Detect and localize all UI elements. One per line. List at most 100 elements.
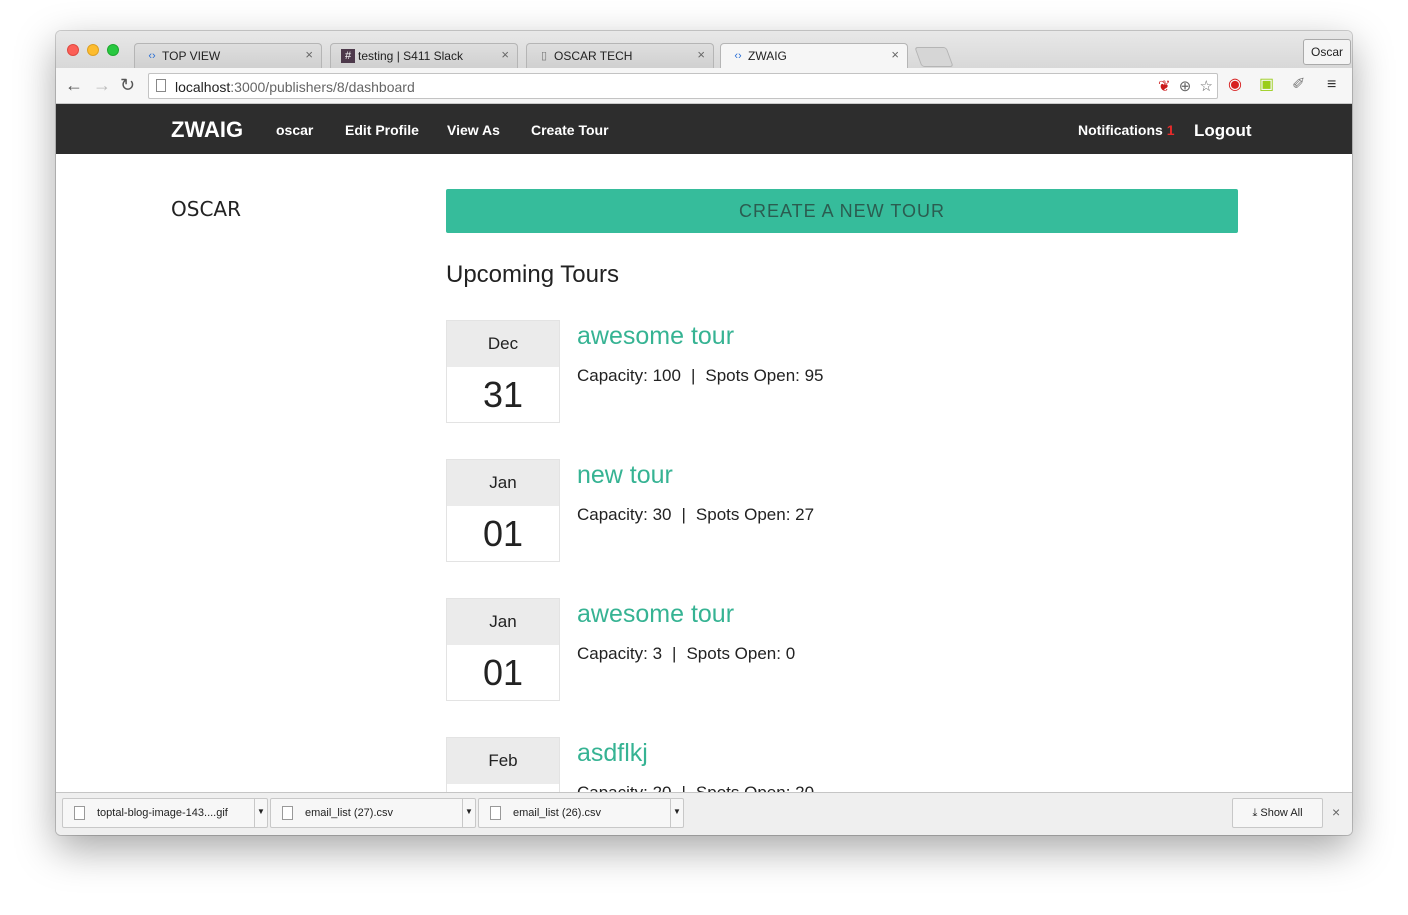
download-filename: email_list (27).csv [305, 807, 394, 819]
tab-zwaig[interactable]: ‹› ZWAIG × [720, 43, 908, 68]
page-content: ZWAIG oscar Edit Profile View As Create … [56, 104, 1352, 792]
chevron-down-icon[interactable]: ▼ [254, 799, 267, 827]
download-filename: toptal-blog-image-143....gif [97, 807, 228, 819]
download-filename: email_list (26).csv [513, 807, 602, 819]
notifications-label: Notifications [1078, 122, 1163, 138]
tour-date: Jan 01 [446, 459, 560, 562]
profile-button[interactable]: Oscar [1302, 39, 1351, 65]
meta-separator: | [681, 505, 686, 524]
back-arrow-icon[interactable]: ← [65, 75, 83, 95]
file-icon [490, 806, 501, 820]
tour-spots-open: Spots Open: 27 [695, 505, 815, 524]
browser-toolbar: ← → ↻ localhost:3000/publishers/8/dashbo… [56, 68, 1352, 104]
tab-strip: ‹› TOP VIEW × # testing | S411 Slack × ▯… [56, 31, 1352, 68]
address-bar[interactable]: localhost:3000/publishers/8/dashboard ❦ … [148, 73, 1218, 99]
download-item[interactable]: email_list (26).csv ▼ [478, 798, 684, 828]
tour-item: Dec 31 awesome tour Capacity: 100 | Spots … [446, 320, 1246, 424]
tour-meta: Capacity: 3 | Spots Open: 0 [577, 644, 795, 664]
tour-month: Feb [447, 738, 559, 784]
tour-name-link[interactable]: asdflkj [577, 739, 648, 768]
brand-logo[interactable]: ZWAIG [171, 117, 243, 143]
section-title: Upcoming Tours [446, 261, 619, 288]
tab-title: OSCAR TECH [554, 49, 633, 63]
tab-oscar-tech[interactable]: ▯ OSCAR TECH × [526, 43, 714, 68]
notifications-link[interactable]: Notifications 1 [1078, 122, 1175, 138]
minimize-window-button[interactable] [87, 44, 99, 56]
tour-meta: Capacity: 20 | Spots Open: 20 [577, 783, 814, 792]
page-icon: ▯ [540, 50, 548, 62]
nav-link-view-as[interactable]: View As [447, 122, 500, 138]
tour-capacity: Capacity: 20 [577, 783, 672, 792]
tour-spots-open: Spots Open: 0 [686, 644, 796, 663]
tour-item: Jan 01 new tour Capacity: 30 | Spots Open:… [446, 459, 1246, 563]
close-icon[interactable]: × [501, 47, 509, 62]
file-icon [74, 806, 85, 820]
create-tour-button[interactable]: CREATE A NEW TOUR [446, 189, 1238, 233]
forward-arrow-icon[interactable]: → [93, 75, 111, 95]
tour-name-link[interactable]: new tour [577, 461, 673, 490]
close-window-button[interactable] [67, 44, 79, 56]
tab-top-view[interactable]: ‹› TOP VIEW × [134, 43, 322, 68]
reload-icon[interactable]: ↻ [120, 75, 135, 95]
tour-month: Dec [447, 321, 559, 367]
tour-month: Jan [447, 460, 559, 506]
browser-window: ‹› TOP VIEW × # testing | S411 Slack × ▯… [56, 31, 1352, 835]
tour-date: Dec 31 [446, 320, 560, 423]
zoom-icon[interactable]: ⊕ [1179, 78, 1192, 95]
tour-day: 01 [482, 652, 524, 693]
tour-item: Feb asdflkj Capacity: 20 | Spots Open: 20 [446, 737, 1246, 792]
omnibox-icons: ❦ ⊕ ☆ [1154, 77, 1213, 95]
nav-link-edit-profile[interactable]: Edit Profile [345, 122, 419, 138]
tour-name-link[interactable]: awesome tour [577, 600, 734, 629]
bookmark-star-icon[interactable]: ☆ [1200, 78, 1213, 95]
extension-flame-icon[interactable]: ❦ [1158, 78, 1171, 95]
tour-spots-open: Spots Open: 20 [696, 783, 814, 792]
tour-capacity: Capacity: 30 [577, 505, 672, 524]
nav-link-create-tour[interactable]: Create Tour [531, 122, 609, 138]
file-icon [282, 806, 293, 820]
publisher-name: OSCAR [171, 197, 241, 221]
show-all-downloads-button[interactable]: ⤓ Show All [1232, 798, 1323, 828]
close-icon[interactable]: × [697, 47, 705, 62]
tour-day: 01 [482, 513, 524, 554]
maximize-window-button[interactable] [107, 44, 119, 56]
menu-icon[interactable]: ≡ [1327, 75, 1336, 95]
tour-date: Feb [446, 737, 560, 792]
tab-title: testing | S411 Slack [358, 49, 463, 63]
url-text[interactable]: localhost:3000/publishers/8/dashboard [175, 79, 415, 95]
tab-slack[interactable]: # testing | S411 Slack × [330, 43, 518, 68]
tour-meta: Capacity: 30 | Spots Open: 27 [577, 505, 814, 525]
tab-title: ZWAIG [748, 49, 787, 63]
logout-link[interactable]: Logout [1194, 121, 1252, 141]
code-icon: ‹› [734, 50, 742, 62]
downloads-shelf: toptal-blog-image-143....gif ▼ email_lis… [56, 792, 1352, 835]
tour-spots-open: Spots Open: 95 [705, 366, 824, 385]
tour-capacity: Capacity: 100 [577, 366, 681, 385]
page-icon [156, 79, 166, 92]
download-item[interactable]: email_list (27).csv ▼ [270, 798, 476, 828]
nav-link-profile[interactable]: oscar [276, 122, 313, 138]
chevron-down-icon[interactable]: ▼ [670, 799, 683, 827]
tour-date: Jan 01 [446, 598, 560, 701]
chevron-down-icon[interactable]: ▼ [462, 799, 475, 827]
code-icon: ‹› [148, 50, 156, 62]
meta-separator: | [690, 366, 696, 385]
download-item[interactable]: toptal-blog-image-143....gif ▼ [62, 798, 268, 828]
new-tab-button[interactable] [914, 47, 954, 67]
notifications-count-badge: 1 [1166, 122, 1175, 138]
close-icon[interactable]: × [1332, 804, 1340, 820]
close-icon[interactable]: × [305, 47, 313, 62]
extension-block-icon[interactable]: ◉ [1228, 75, 1242, 95]
tour-name-link[interactable]: awesome tour [577, 322, 734, 351]
close-icon[interactable]: × [891, 47, 899, 62]
show-all-label: Show All [1260, 807, 1303, 819]
tour-item: Jan 01 awesome tour Capacity: 3 | Spots Op… [446, 598, 1246, 702]
eyedropper-icon[interactable]: ✐ [1292, 75, 1305, 95]
meta-separator: | [672, 644, 677, 663]
hash-icon: # [341, 49, 355, 63]
meta-separator: | [682, 783, 686, 792]
tour-month: Jan [447, 599, 559, 645]
extension-robot-icon[interactable]: ▣ [1259, 75, 1274, 95]
tour-day: 31 [482, 374, 524, 415]
tour-capacity: Capacity: 3 [577, 644, 663, 663]
